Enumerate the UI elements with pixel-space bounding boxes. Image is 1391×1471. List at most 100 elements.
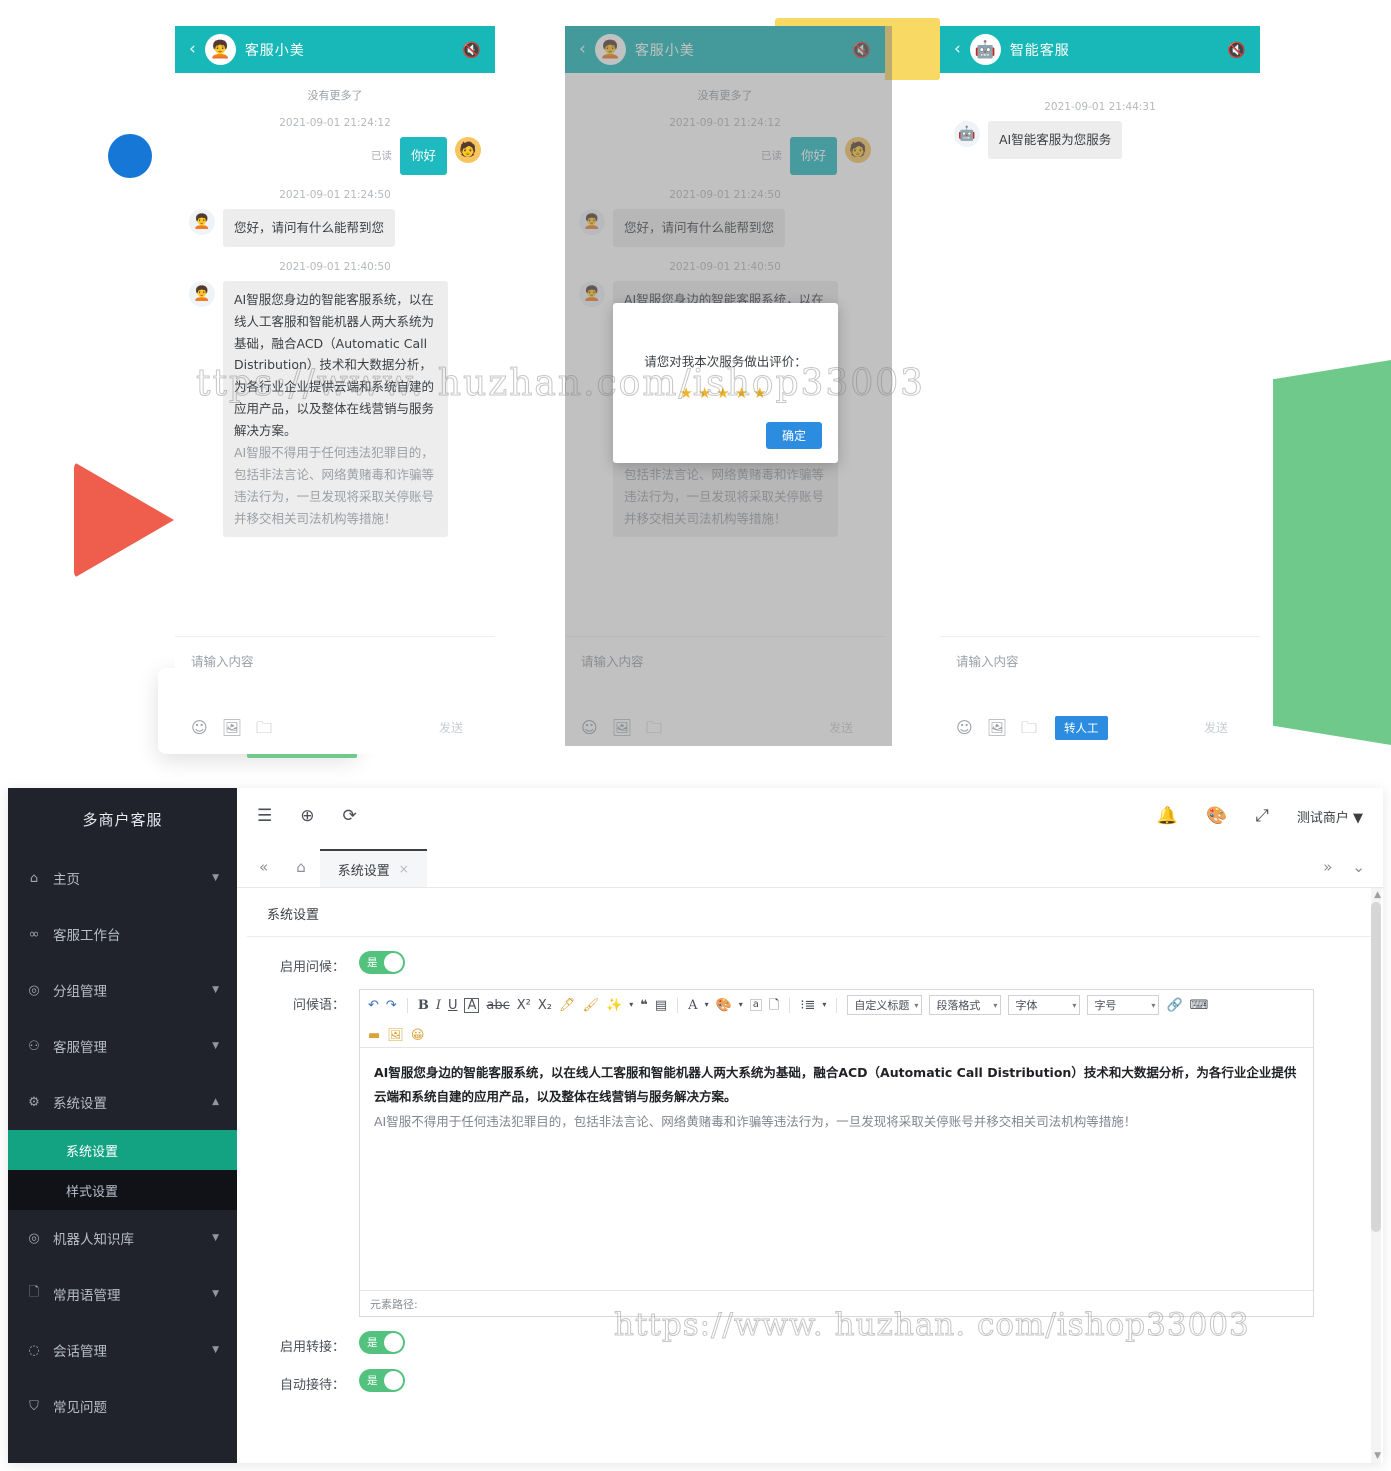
chevron-down-icon[interactable]: ▾ — [739, 1001, 743, 1009]
transfer-to-human-button[interactable]: 转人工 — [1055, 715, 1108, 740]
select-font-family[interactable]: 字体 ▾ — [1008, 995, 1081, 1015]
text-color-icon[interactable]: A — [688, 999, 697, 1012]
message-timestamp: 2021-09-01 21:24:12 — [279, 117, 391, 129]
toggle-enable-greeting[interactable]: 是 — [359, 951, 405, 974]
folder-icon[interactable]: 🗀 — [646, 719, 662, 736]
table-icon[interactable]: ▤ — [655, 999, 667, 1012]
chevron-down-icon[interactable]: ▾ — [629, 1001, 633, 1009]
attach-icon[interactable]: 🔗 — [1166, 999, 1182, 1012]
chevron-down-icon: ▼ — [212, 985, 219, 995]
send-button[interactable]: 发送 — [423, 715, 479, 740]
image-upload-icon[interactable]: 🖼 — [387, 1029, 404, 1042]
theme-icon[interactable]: 🎨 — [1206, 807, 1227, 825]
page-icon[interactable]: 🗋 — [769, 999, 779, 1012]
strikethrough-icon[interactable]: abc — [486, 999, 509, 1012]
font-box-icon[interactable]: A — [464, 997, 480, 1013]
chevron-down-icon: ▾ — [914, 1000, 919, 1010]
scrollbar-thumb[interactable] — [1371, 902, 1381, 1232]
redo-icon[interactable]: ↷ — [386, 999, 397, 1012]
code-icon[interactable]: ⌨ — [1190, 999, 1209, 1012]
sidebar-item-home[interactable]: ⌂ 主页 ▼ — [8, 850, 237, 906]
format-brush-icon[interactable]: 🖌 — [583, 999, 600, 1012]
double-chevron-left-icon[interactable]: « — [245, 858, 282, 887]
fullscreen-icon[interactable]: ⤢ — [1255, 807, 1269, 825]
chevron-left-icon[interactable]: ‹ — [579, 41, 586, 58]
image-icon[interactable]: 🖼 — [987, 719, 1007, 736]
select-label: 字号 — [1094, 999, 1117, 1012]
mobile-showcase: ‹ 🧑‍🦱 客服小美 🔇 没有更多了 2021-09-01 21:24:12 已… — [0, 0, 1391, 785]
emoji-icon[interactable]: ☺ — [956, 719, 973, 736]
speaker-mute-icon[interactable]: 🔇 — [1227, 41, 1246, 59]
select-font-size[interactable]: 字号 ▾ — [1087, 995, 1160, 1015]
select-paragraph-format[interactable]: 段落格式 ▾ — [929, 995, 1002, 1015]
home-outline-icon[interactable]: ⌂ — [282, 858, 320, 887]
chat-input[interactable]: 请输入内容 — [191, 651, 479, 670]
sidebar-subitem-system-settings[interactable]: 系统设置 — [8, 1130, 237, 1170]
bold-icon[interactable]: B — [418, 999, 429, 1012]
toggle-auto-reception[interactable]: 是 — [359, 1369, 405, 1392]
link-icon[interactable]: a — [749, 999, 762, 1011]
chevron-left-icon[interactable]: ‹ — [189, 41, 196, 58]
read-flag: 已读 — [370, 150, 392, 163]
image-icon[interactable]: 🖼 — [612, 719, 632, 736]
speaker-mute-icon[interactable]: 🔇 — [852, 41, 871, 59]
folder-icon[interactable]: 🗀 — [256, 719, 272, 736]
editor-paragraph-bold: AI智服您身边的智能客服系统，以在线人工客服和智能机器人两大系统为基础，融合AC… — [374, 1065, 1297, 1105]
scroll-up-icon[interactable]: ▲ — [1374, 890, 1381, 900]
toggle-enable-transfer[interactable]: 是 — [359, 1331, 405, 1354]
media-icon[interactable]: ▬ — [368, 1029, 380, 1042]
magic-wand-icon[interactable]: ✨ — [606, 999, 622, 1012]
folder-icon[interactable]: 🗀 — [1021, 719, 1037, 736]
double-chevron-right-icon[interactable]: » — [1323, 858, 1332, 876]
sidebar-item-workbench[interactable]: ∞ 客服工作台 — [8, 906, 237, 962]
chevron-down-icon[interactable]: ⌄ — [1352, 858, 1365, 876]
tab-system-settings[interactable]: 系统设置 × — [319, 849, 427, 887]
superscript-icon[interactable]: X² — [517, 999, 531, 1012]
image-icon[interactable]: 🖼 — [222, 719, 242, 736]
sidebar-item-robot-kb[interactable]: ◎ 机器人知识库 ▼ — [8, 1210, 237, 1266]
quote-icon[interactable]: ❝ — [640, 999, 648, 1012]
bg-color-icon[interactable]: 🎨 — [716, 999, 732, 1012]
rating-stars[interactable]: ★★★★★ — [613, 384, 838, 402]
chat-input[interactable]: 请输入内容 — [581, 651, 869, 670]
list-icon[interactable]: ⁝≣ — [800, 999, 815, 1012]
sidebar-item-faq[interactable]: ⛉ 常见问题 — [8, 1378, 237, 1434]
sidebar-item-agent-management[interactable]: ⚇ 客服管理 ▼ — [8, 1018, 237, 1074]
message-timestamp: 2021-09-01 21:40:50 — [669, 260, 781, 273]
agent-avatar-icon: 🧑‍🦱 — [594, 34, 626, 65]
refresh-icon[interactable]: ⟳ — [343, 807, 357, 825]
speaker-mute-icon[interactable]: 🔇 — [462, 41, 481, 59]
confirm-button[interactable]: 确定 — [765, 422, 822, 449]
emoji-icon[interactable]: ☺ — [581, 719, 598, 736]
sidebar-item-group-management[interactable]: ◎ 分组管理 ▼ — [8, 962, 237, 1018]
user-menu[interactable]: 测试商户 ▼ — [1297, 807, 1363, 826]
undo-icon[interactable]: ↶ — [368, 999, 379, 1012]
tab-label: 系统设置 — [337, 863, 390, 879]
message-row-out: 已读 你好 🧑 — [565, 137, 885, 179]
menu-fold-icon[interactable]: ☰ — [257, 807, 272, 825]
sidebar-item-phrases[interactable]: 🗋 常用语管理 ▼ — [8, 1266, 237, 1322]
close-icon[interactable]: × — [399, 862, 409, 876]
subscript-icon[interactable]: X₂ — [538, 999, 552, 1012]
underline-icon[interactable]: U — [448, 999, 458, 1012]
chevron-down-icon[interactable]: ▾ — [822, 1001, 826, 1009]
emoji-icon[interactable]: 😀 — [411, 1029, 425, 1042]
sidebar-subitem-style-settings[interactable]: 样式设置 — [8, 1170, 237, 1210]
sidebar-item-system-settings[interactable]: ⚙ 系统设置 ▲ — [8, 1074, 237, 1130]
select-custom-title[interactable]: 自定义标题 ▾ — [847, 995, 923, 1015]
chevron-left-icon[interactable]: ‹ — [954, 41, 961, 58]
eraser-icon[interactable]: 🖊 — [559, 999, 576, 1012]
field-enable-greeting: 启用问候： 是 — [237, 937, 1383, 975]
emoji-icon[interactable]: ☺ — [191, 719, 208, 736]
bell-icon[interactable]: 🔔 — [1157, 807, 1178, 825]
chevron-up-icon: ▲ — [212, 1097, 219, 1107]
italic-icon[interactable]: I — [436, 999, 441, 1012]
chevron-down-icon[interactable]: ▾ — [705, 1001, 709, 1009]
scroll-down-icon[interactable]: ▼ — [1374, 1451, 1381, 1461]
editor-content[interactable]: AI智服您身边的智能客服系统，以在线人工客服和智能机器人两大系统为基础，融合AC… — [360, 1048, 1313, 1290]
chat-input[interactable]: 请输入内容 — [956, 651, 1244, 670]
globe-icon[interactable]: ⊕ — [300, 807, 314, 825]
send-button[interactable]: 发送 — [1188, 715, 1244, 740]
send-button[interactable]: 发送 — [813, 715, 869, 740]
sidebar-item-session-management[interactable]: ◌ 会话管理 ▼ — [8, 1322, 237, 1378]
